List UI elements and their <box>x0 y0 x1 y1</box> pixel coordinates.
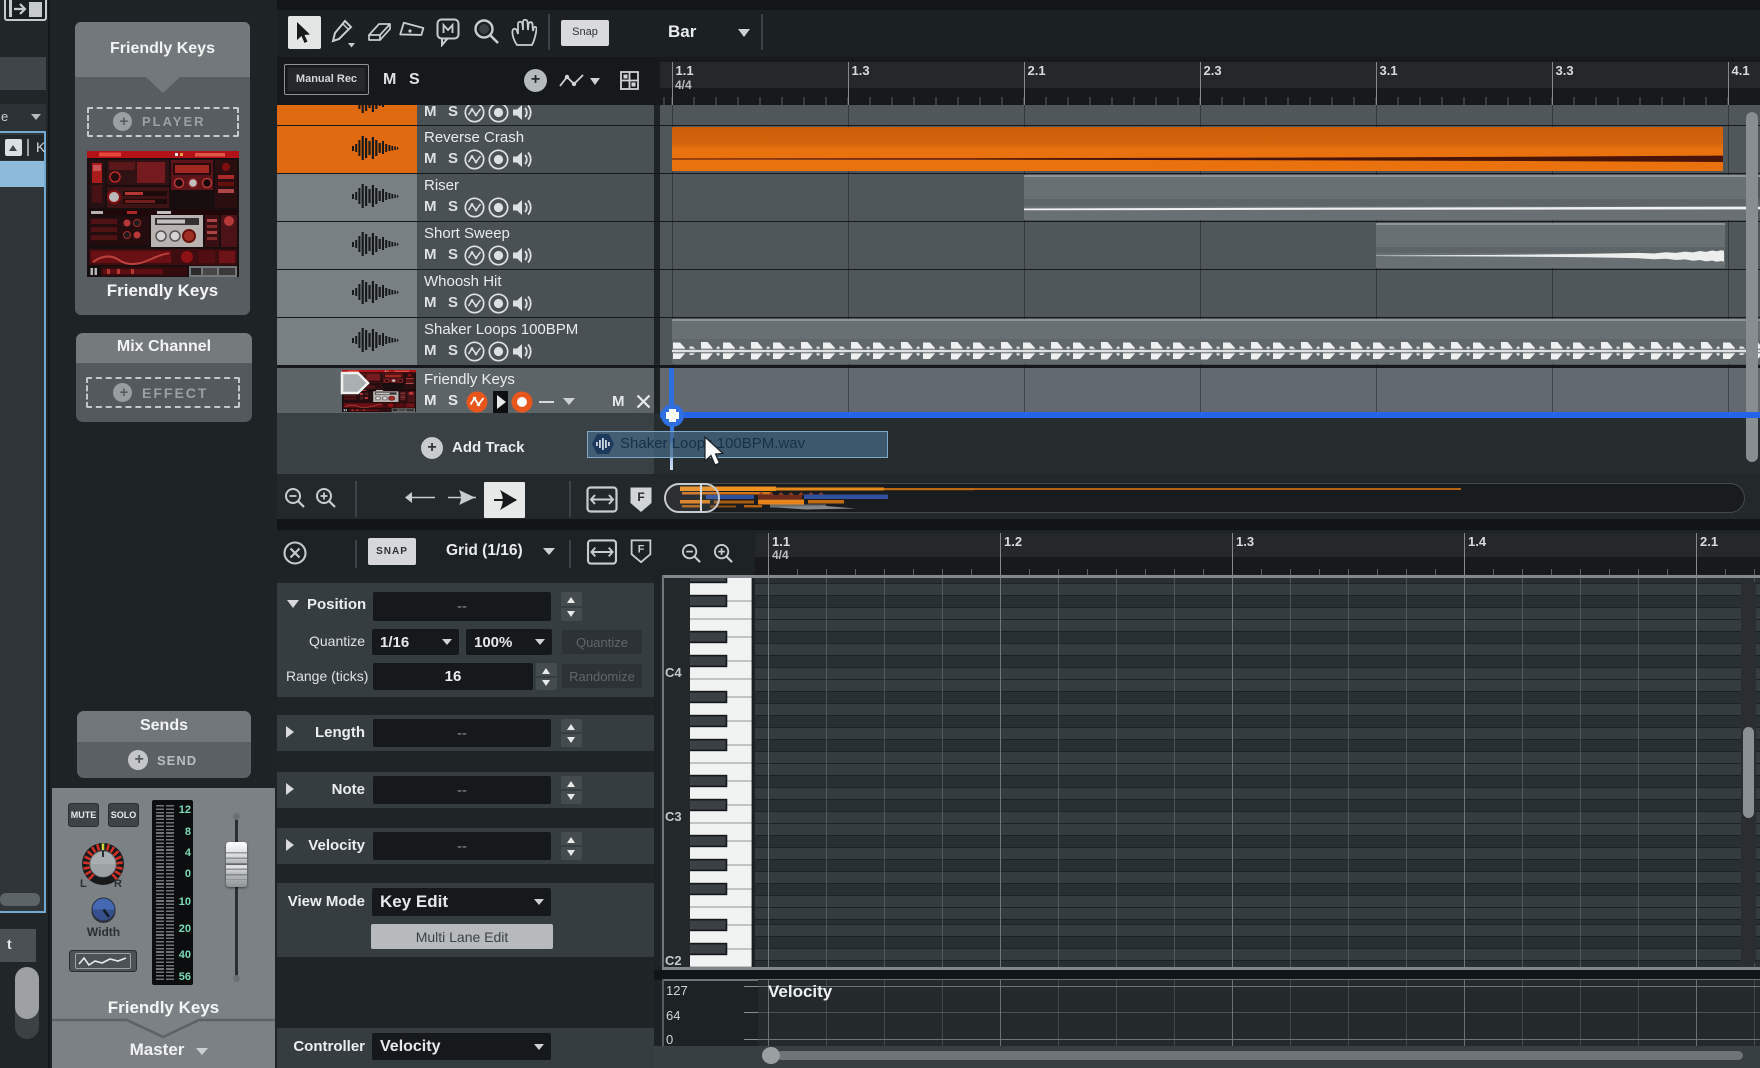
svg-text:F: F <box>637 490 644 504</box>
svg-text:F: F <box>638 543 645 555</box>
